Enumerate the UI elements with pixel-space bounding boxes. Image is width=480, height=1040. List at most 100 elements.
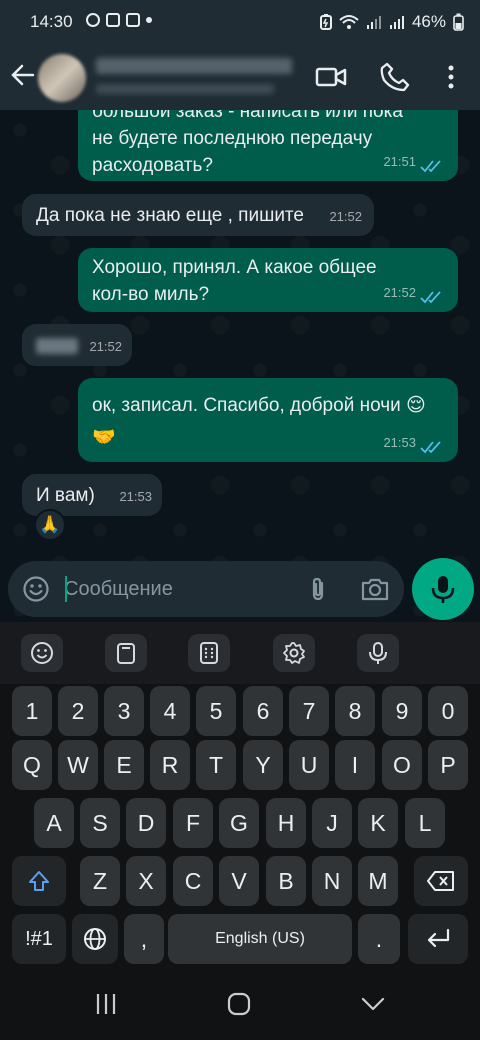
backspace-key[interactable]	[414, 856, 468, 906]
key[interactable]: P	[428, 740, 468, 790]
message-list[interactable]: большой заказ - написать или пока не буд…	[0, 110, 480, 622]
key[interactable]: 5	[196, 686, 236, 736]
message-text: И вам)	[36, 485, 95, 506]
key[interactable]: Z	[80, 856, 120, 906]
gallery-notification-icon	[106, 13, 120, 27]
key[interactable]: 8	[335, 686, 375, 736]
message-bubble-outgoing[interactable]: большой заказ - написать или пока не буд…	[78, 110, 458, 181]
key[interactable]: L	[405, 798, 445, 848]
space-key[interactable]: English (US)	[168, 914, 352, 964]
camera-icon[interactable]	[360, 575, 390, 603]
key[interactable]: D	[126, 798, 166, 848]
key[interactable]: 2	[58, 686, 98, 736]
signal-icon-2	[389, 16, 404, 29]
key[interactable]: V	[219, 856, 259, 906]
contact-status	[96, 84, 274, 94]
keyboard-emoji-button[interactable]	[21, 634, 63, 672]
symbols-key[interactable]: !#1	[12, 914, 66, 964]
keyboard-keypad-button[interactable]	[188, 634, 230, 672]
key[interactable]: Y	[243, 740, 283, 790]
message-text: Хорошо, принял. А какое общее кол-во мил…	[92, 257, 377, 305]
key[interactable]: A	[34, 798, 74, 848]
whatsapp-notification-icon	[86, 13, 100, 27]
key[interactable]: I	[335, 740, 375, 790]
back-arrow-icon[interactable]	[8, 60, 38, 90]
mic-icon	[369, 642, 387, 664]
key[interactable]: 6	[243, 686, 283, 736]
key[interactable]: 0	[428, 686, 468, 736]
attach-icon[interactable]	[304, 575, 332, 603]
microphone-icon	[431, 576, 455, 603]
calendar-notification-icon	[126, 13, 140, 27]
more-notifications-icon	[146, 17, 152, 23]
key[interactable]: 3	[104, 686, 144, 736]
voice-message-button[interactable]	[412, 558, 474, 620]
more-options-icon[interactable]	[434, 60, 468, 94]
key[interactable]: F	[173, 798, 213, 848]
signal-icon-1	[366, 16, 381, 29]
key[interactable]: 9	[382, 686, 422, 736]
recent-apps-icon[interactable]	[94, 992, 118, 1016]
message-time: 21:52	[89, 339, 122, 354]
key[interactable]: B	[266, 856, 306, 906]
key[interactable]: J	[312, 798, 352, 848]
battery-saver-icon	[319, 14, 332, 30]
enter-key[interactable]	[408, 914, 468, 964]
key[interactable]: W	[58, 740, 98, 790]
back-nav-icon[interactable]	[361, 992, 385, 1016]
message-time: 21:51	[383, 154, 416, 169]
keyboard: 1 2 3 4 5 6 7 8 9 0 Q W E R T Y U I O P …	[0, 684, 480, 964]
period-key[interactable]: .	[358, 914, 400, 964]
contact-name[interactable]	[96, 58, 292, 74]
key[interactable]: 1	[12, 686, 52, 736]
message-reaction[interactable]: 🙏	[34, 509, 66, 541]
language-key[interactable]	[72, 914, 118, 964]
key[interactable]: E	[104, 740, 144, 790]
clipboard-icon	[117, 643, 135, 664]
message-text: Да пока не знаю еще , пишите	[36, 205, 304, 226]
key[interactable]: C	[173, 856, 213, 906]
key[interactable]: K	[358, 798, 398, 848]
shift-key[interactable]	[12, 856, 66, 906]
key[interactable]: H	[266, 798, 306, 848]
key[interactable]: T	[196, 740, 236, 790]
keyboard-voice-button[interactable]	[357, 634, 399, 672]
key[interactable]: N	[312, 856, 352, 906]
key[interactable]: X	[126, 856, 166, 906]
message-bubble-outgoing[interactable]: ок, записал. Спасибо, доброй ночи 😌 🤝 21…	[78, 378, 458, 462]
system-icons: 46%	[319, 12, 464, 32]
key[interactable]: 7	[289, 686, 329, 736]
read-ticks-icon	[420, 441, 441, 454]
video-call-icon[interactable]	[314, 60, 348, 94]
settings-icon	[283, 642, 305, 664]
key[interactable]: 4	[150, 686, 190, 736]
voice-call-icon[interactable]	[378, 60, 412, 94]
shift-arrow-icon	[29, 871, 49, 891]
emoji-icon[interactable]	[22, 575, 50, 603]
key[interactable]: O	[382, 740, 422, 790]
comma-key[interactable]: ,	[124, 914, 164, 964]
message-time: 21:53	[119, 489, 152, 504]
key[interactable]: M	[358, 856, 398, 906]
emoji-icon	[31, 642, 53, 664]
keypad-icon	[200, 642, 218, 664]
keyboard-row-4: !#1 , English (US) .	[0, 914, 480, 966]
message-bubble-incoming[interactable]: Да пока не знаю еще , пишите 21:52	[22, 194, 374, 236]
message-bubble-outgoing[interactable]: Хорошо, принял. А какое общее кол-во мил…	[78, 248, 458, 312]
keyboard-settings-button[interactable]	[273, 634, 315, 672]
battery-percent: 46%	[411, 12, 446, 31]
chat-header	[0, 46, 480, 110]
contact-avatar[interactable]	[38, 54, 86, 102]
key[interactable]: G	[219, 798, 259, 848]
key[interactable]: U	[289, 740, 329, 790]
key[interactable]: S	[80, 798, 120, 848]
read-ticks-icon	[420, 291, 441, 304]
key[interactable]: R	[150, 740, 190, 790]
message-bubble-incoming[interactable]: 21:52	[22, 324, 132, 366]
message-input[interactable]	[64, 573, 294, 605]
enter-icon	[427, 928, 450, 948]
keyboard-clipboard-button[interactable]	[105, 634, 147, 672]
key[interactable]: Q	[12, 740, 52, 790]
wifi-icon	[339, 15, 359, 29]
home-icon[interactable]	[227, 992, 251, 1016]
